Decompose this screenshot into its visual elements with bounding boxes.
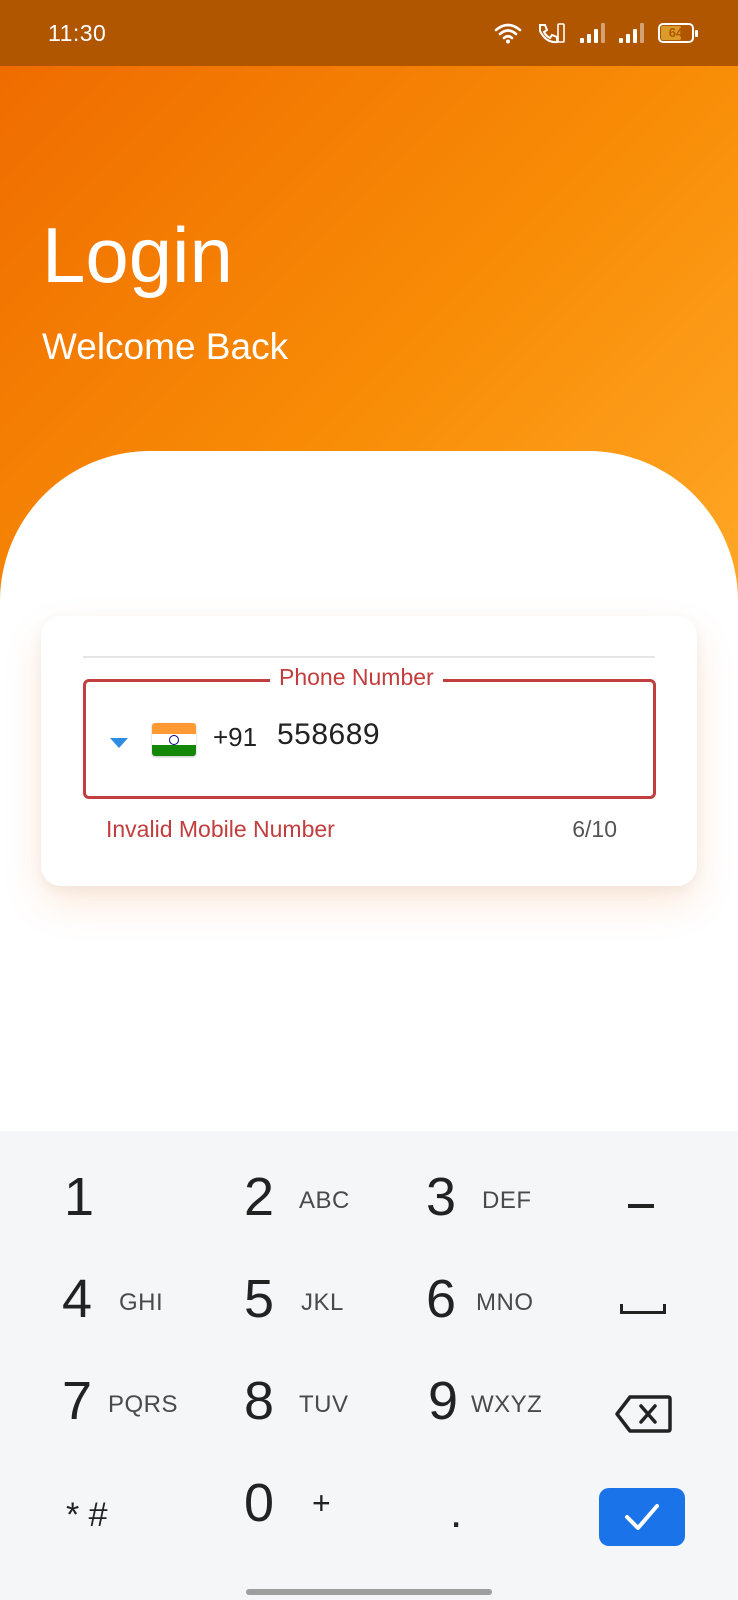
key-letters: MNO — [476, 1289, 534, 1316]
login-card: Phone Number +91 558689 Invalid Mobile N… — [41, 616, 697, 886]
key-digit: 6 — [426, 1269, 457, 1329]
key-0[interactable]: 0 + — [244, 1463, 394, 1543]
key-8[interactable]: 8 TUV — [244, 1361, 394, 1441]
key-4[interactable]: 4 GHI — [60, 1259, 210, 1339]
error-message: Invalid Mobile Number — [106, 816, 335, 842]
key-digit: * # — [66, 1496, 108, 1534]
gesture-nav-handle[interactable] — [246, 1589, 492, 1595]
key-letters: ABC — [299, 1187, 350, 1214]
key-digit: 9 — [428, 1371, 459, 1431]
phone-field-label: Phone Number — [270, 664, 443, 691]
key-9[interactable]: 9 WXYZ — [426, 1361, 576, 1441]
india-flag-icon[interactable] — [152, 723, 196, 756]
battery-icon: 64 — [658, 23, 698, 43]
key-letters: DEF — [482, 1187, 532, 1214]
signal-icon-sim1 — [580, 23, 605, 43]
key-digit: 5 — [244, 1269, 275, 1329]
key-7[interactable]: 7 PQRS — [60, 1361, 210, 1441]
key-minus[interactable] — [628, 1204, 654, 1208]
key-letters: TUV — [299, 1391, 349, 1418]
key-digit: 7 — [62, 1371, 93, 1431]
backspace-icon[interactable] — [614, 1394, 672, 1434]
signal-icon-sim2 — [619, 23, 644, 43]
key-letters: JKL — [301, 1289, 344, 1316]
key-digit: 3 — [426, 1167, 457, 1227]
key-digit: 4 — [62, 1269, 93, 1329]
status-time: 11:30 — [48, 20, 107, 46]
key-2[interactable]: 2 ABC — [244, 1157, 394, 1237]
volte-call-icon — [539, 23, 565, 44]
key-digit: 1 — [64, 1167, 95, 1227]
space-key-icon[interactable] — [620, 1304, 666, 1314]
key-3[interactable]: 3 DEF — [426, 1157, 576, 1237]
key-period[interactable]: . — [450, 1463, 510, 1543]
phone-input-value[interactable]: 558689 — [277, 718, 380, 752]
status-icons: 64 — [494, 20, 698, 46]
status-bar: 11:30 64 — [0, 0, 738, 66]
key-1[interactable]: 1 — [60, 1157, 210, 1237]
divider — [83, 656, 655, 658]
key-digit: 0 — [244, 1473, 275, 1533]
page-subtitle: Welcome Back — [42, 326, 289, 367]
key-letters: + — [312, 1485, 332, 1521]
key-letters: PQRS — [108, 1391, 179, 1418]
country-dropdown-icon[interactable] — [110, 738, 128, 748]
key-letters: GHI — [119, 1289, 164, 1316]
phone-number-field[interactable]: Phone Number +91 558689 — [83, 664, 656, 799]
key-digit: 8 — [244, 1371, 275, 1431]
key-digit: . — [450, 1488, 463, 1537]
char-counter: 6/10 — [572, 816, 617, 842]
done-button[interactable] — [599, 1488, 685, 1546]
country-code[interactable]: +91 — [213, 722, 257, 753]
login-screen: 11:30 64 Login Welcome Back Phone Number… — [0, 0, 738, 1600]
check-icon — [625, 1504, 659, 1530]
key-digit: 2 — [244, 1167, 275, 1227]
wifi-icon — [494, 23, 522, 44]
key-5[interactable]: 5 JKL — [244, 1259, 394, 1339]
key-star-hash[interactable]: * # — [66, 1463, 166, 1543]
key-6[interactable]: 6 MNO — [426, 1259, 576, 1339]
page-title: Login — [42, 211, 233, 299]
battery-level: 64 — [668, 25, 684, 40]
key-letters: WXYZ — [471, 1391, 543, 1418]
